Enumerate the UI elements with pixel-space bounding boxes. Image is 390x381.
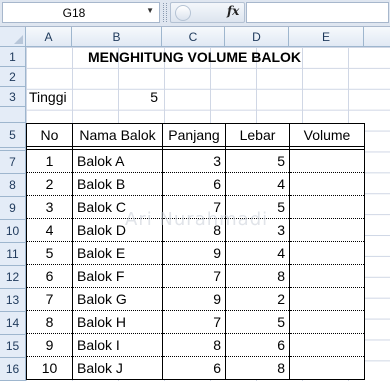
cell-no[interactable]: 6 xyxy=(26,264,73,288)
cell-volume[interactable] xyxy=(289,287,365,311)
row-header-3[interactable]: 3 xyxy=(0,87,26,107)
cell-lebar[interactable]: 4 xyxy=(225,241,290,265)
expand-button-icon[interactable] xyxy=(175,5,191,21)
volume-table: No Nama Balok Panjang Lebar Volume 1 Balo… xyxy=(26,123,365,380)
cell-volume[interactable] xyxy=(289,264,365,288)
tinggi-value[interactable]: 5 xyxy=(72,87,158,107)
row-header-7[interactable]: 7 xyxy=(0,151,26,174)
worksheet-grid: A B C D E 1 2 3 5 7 8 9 10 11 12 13 14 1… xyxy=(0,27,390,381)
formula-input[interactable] xyxy=(246,2,389,23)
row-header-4[interactable] xyxy=(0,107,26,123)
cell-panjang[interactable]: 9 xyxy=(162,287,226,311)
name-box[interactable]: G18 ▼ xyxy=(2,2,160,23)
formula-bar: G18 ▼ fx xyxy=(0,0,390,27)
cell-nama-balok[interactable]: Balok F xyxy=(72,264,163,288)
header-nama-balok[interactable]: Nama Balok xyxy=(72,123,163,147)
cell-volume[interactable] xyxy=(289,218,365,242)
row-header-16[interactable]: 16 xyxy=(0,358,26,381)
cell-volume[interactable] xyxy=(289,149,365,173)
cell-no[interactable]: 7 xyxy=(26,287,73,311)
cell-lebar[interactable]: 4 xyxy=(225,172,290,196)
column-header-f[interactable] xyxy=(364,27,390,47)
cell-lebar[interactable]: 6 xyxy=(225,333,290,357)
table-row: 10 Balok J68 xyxy=(26,356,365,380)
formula-bar-splitter[interactable] xyxy=(163,3,167,22)
table-row: 6 Balok F78 xyxy=(26,264,365,288)
cell-no[interactable]: 1 xyxy=(26,149,73,173)
column-header-a[interactable]: A xyxy=(26,27,72,47)
header-lebar[interactable]: Lebar xyxy=(225,123,290,147)
table-row: 2 Balok B64 xyxy=(26,172,365,196)
cell-panjang[interactable]: 3 xyxy=(162,149,226,173)
cell-no[interactable]: 4 xyxy=(26,218,73,242)
column-header-d[interactable]: D xyxy=(225,27,289,47)
row-header-5[interactable]: 5 xyxy=(0,123,26,148)
cell-no[interactable]: 3 xyxy=(26,195,73,219)
row-header-12[interactable]: 12 xyxy=(0,266,26,289)
cell-no[interactable]: 2 xyxy=(26,172,73,196)
cell-panjang[interactable]: 8 xyxy=(162,333,226,357)
cell-lebar[interactable]: 5 xyxy=(225,310,290,334)
cell-volume[interactable] xyxy=(289,172,365,196)
table-body: 1 Balok A 3 5 2 Balok B 6 4 3 Balok C 7 5 4 Balok D83… xyxy=(26,149,365,380)
cell-volume[interactable] xyxy=(289,356,365,380)
column-header-e[interactable]: E xyxy=(289,27,364,47)
select-all-button[interactable] xyxy=(0,27,26,47)
cell-volume[interactable] xyxy=(289,333,365,357)
name-box-value: G18 xyxy=(62,6,86,20)
header-no[interactable]: No xyxy=(26,123,73,147)
cell-nama-balok[interactable]: Balok B xyxy=(72,172,163,196)
row-header-15[interactable]: 15 xyxy=(0,335,26,358)
cell-lebar[interactable]: 8 xyxy=(225,356,290,380)
row-header-13[interactable]: 13 xyxy=(0,289,26,312)
table-row: 5 Balok E94 xyxy=(26,241,365,265)
cell-no[interactable]: 8 xyxy=(26,310,73,334)
cell-nama-balok[interactable]: Balok I xyxy=(72,333,163,357)
header-panjang[interactable]: Panjang xyxy=(162,123,226,147)
cell-panjang[interactable]: 7 xyxy=(162,264,226,288)
row-header-14[interactable]: 14 xyxy=(0,312,26,335)
cell-no[interactable]: 5 xyxy=(26,241,73,265)
column-header-c[interactable]: C xyxy=(162,27,225,47)
table-row: 7 Balok G92 xyxy=(26,287,365,311)
table-row: 8 Balok H75 xyxy=(26,310,365,334)
insert-function-icon[interactable]: fx xyxy=(227,4,239,18)
row-header-11[interactable]: 11 xyxy=(0,243,26,266)
cell-panjang[interactable]: 9 xyxy=(162,241,226,265)
tinggi-label[interactable]: Tinggi xyxy=(29,87,73,107)
row-header-8[interactable]: 8 xyxy=(0,174,26,197)
cell-nama-balok[interactable]: Balok J xyxy=(72,356,163,380)
cell-panjang[interactable]: 6 xyxy=(162,356,226,380)
header-volume[interactable]: Volume xyxy=(289,123,365,147)
table-header-row: No Nama Balok Panjang Lebar Volume xyxy=(26,123,365,147)
name-box-dropdown-icon[interactable]: ▼ xyxy=(146,6,154,15)
table-row: 9 Balok I86 xyxy=(26,333,365,357)
cell-panjang[interactable]: 6 xyxy=(162,172,226,196)
cell-no[interactable]: 10 xyxy=(26,356,73,380)
cell-nama-balok[interactable]: Balok E xyxy=(72,241,163,265)
column-header-b[interactable]: B xyxy=(72,27,162,47)
row-header-10[interactable]: 10 xyxy=(0,220,26,243)
cell-volume[interactable] xyxy=(289,310,365,334)
cell-lebar[interactable]: 8 xyxy=(225,264,290,288)
cell-volume[interactable] xyxy=(289,241,365,265)
row-header-9[interactable]: 9 xyxy=(0,197,26,220)
table-row: 1 Balok A35 xyxy=(26,149,365,173)
cell-nama-balok[interactable]: Balok H xyxy=(72,310,163,334)
formula-buttons: fx xyxy=(170,2,245,23)
cell-panjang[interactable]: 7 xyxy=(162,310,226,334)
cell-nama-balok[interactable]: Balok G xyxy=(72,287,163,311)
sheet-title[interactable]: MENGHITUNG VOLUME BALOK xyxy=(72,47,317,68)
cell-lebar[interactable]: 2 xyxy=(225,287,290,311)
watermark: Ari Nurahmadi xyxy=(125,209,269,230)
row-header-2[interactable]: 2 xyxy=(0,67,26,87)
cell-nama-balok[interactable]: Balok A xyxy=(72,149,163,173)
cell-lebar[interactable]: 5 xyxy=(225,149,290,173)
cell-volume[interactable] xyxy=(289,195,365,219)
row-header-1[interactable]: 1 xyxy=(0,47,26,67)
cell-no[interactable]: 9 xyxy=(26,333,73,357)
